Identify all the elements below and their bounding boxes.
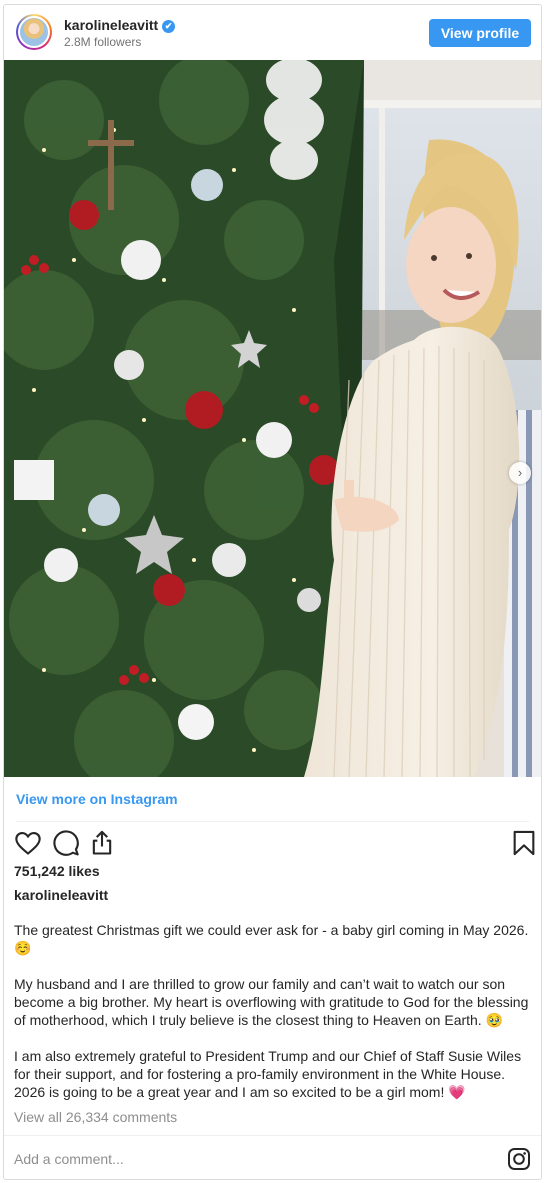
profile-username[interactable]: karolineleavitt ✔	[64, 17, 176, 33]
caption-paragraph: My husband and I are thrilled to grow ou…	[14, 976, 529, 1028]
bookmark-icon[interactable]	[510, 829, 538, 857]
post-photo[interactable]: ›	[4, 60, 541, 777]
caption-username[interactable]: karolineleavitt	[14, 887, 108, 903]
add-comment-input[interactable]: Add a comment...	[14, 1151, 124, 1167]
carousel-next-icon[interactable]: ›	[509, 462, 531, 484]
caption-paragraph: The greatest Christmas gift we could eve…	[14, 922, 529, 956]
username-text[interactable]: karolineleavitt	[64, 17, 158, 33]
avatar[interactable]	[16, 14, 52, 50]
verified-badge-icon: ✔	[162, 20, 176, 33]
action-bar	[12, 829, 535, 859]
follower-count: 2.8M followers	[64, 35, 142, 49]
view-all-comments-link[interactable]: View all 26,334 comments	[14, 1109, 177, 1125]
post-header: karolineleavitt ✔ 2.8M followers View pro…	[4, 5, 541, 60]
view-more-link[interactable]: View more on Instagram	[16, 791, 178, 807]
like-count[interactable]: 751,242 likes	[14, 863, 100, 879]
view-profile-button[interactable]: View profile	[429, 19, 531, 47]
instagram-logo-icon[interactable]	[507, 1147, 531, 1171]
post-caption: The greatest Christmas gift we could eve…	[14, 921, 532, 1119]
share-icon[interactable]	[88, 829, 116, 857]
heart-icon[interactable]	[14, 829, 42, 857]
instagram-embed-card: karolineleavitt ✔ 2.8M followers View pro…	[3, 4, 542, 1180]
caption-paragraph: I am also extremely grateful to Presiden…	[14, 1048, 522, 1100]
comment-icon[interactable]	[52, 829, 80, 857]
divider	[16, 821, 529, 822]
post-photo-illustration	[4, 60, 541, 777]
divider	[4, 1135, 541, 1136]
